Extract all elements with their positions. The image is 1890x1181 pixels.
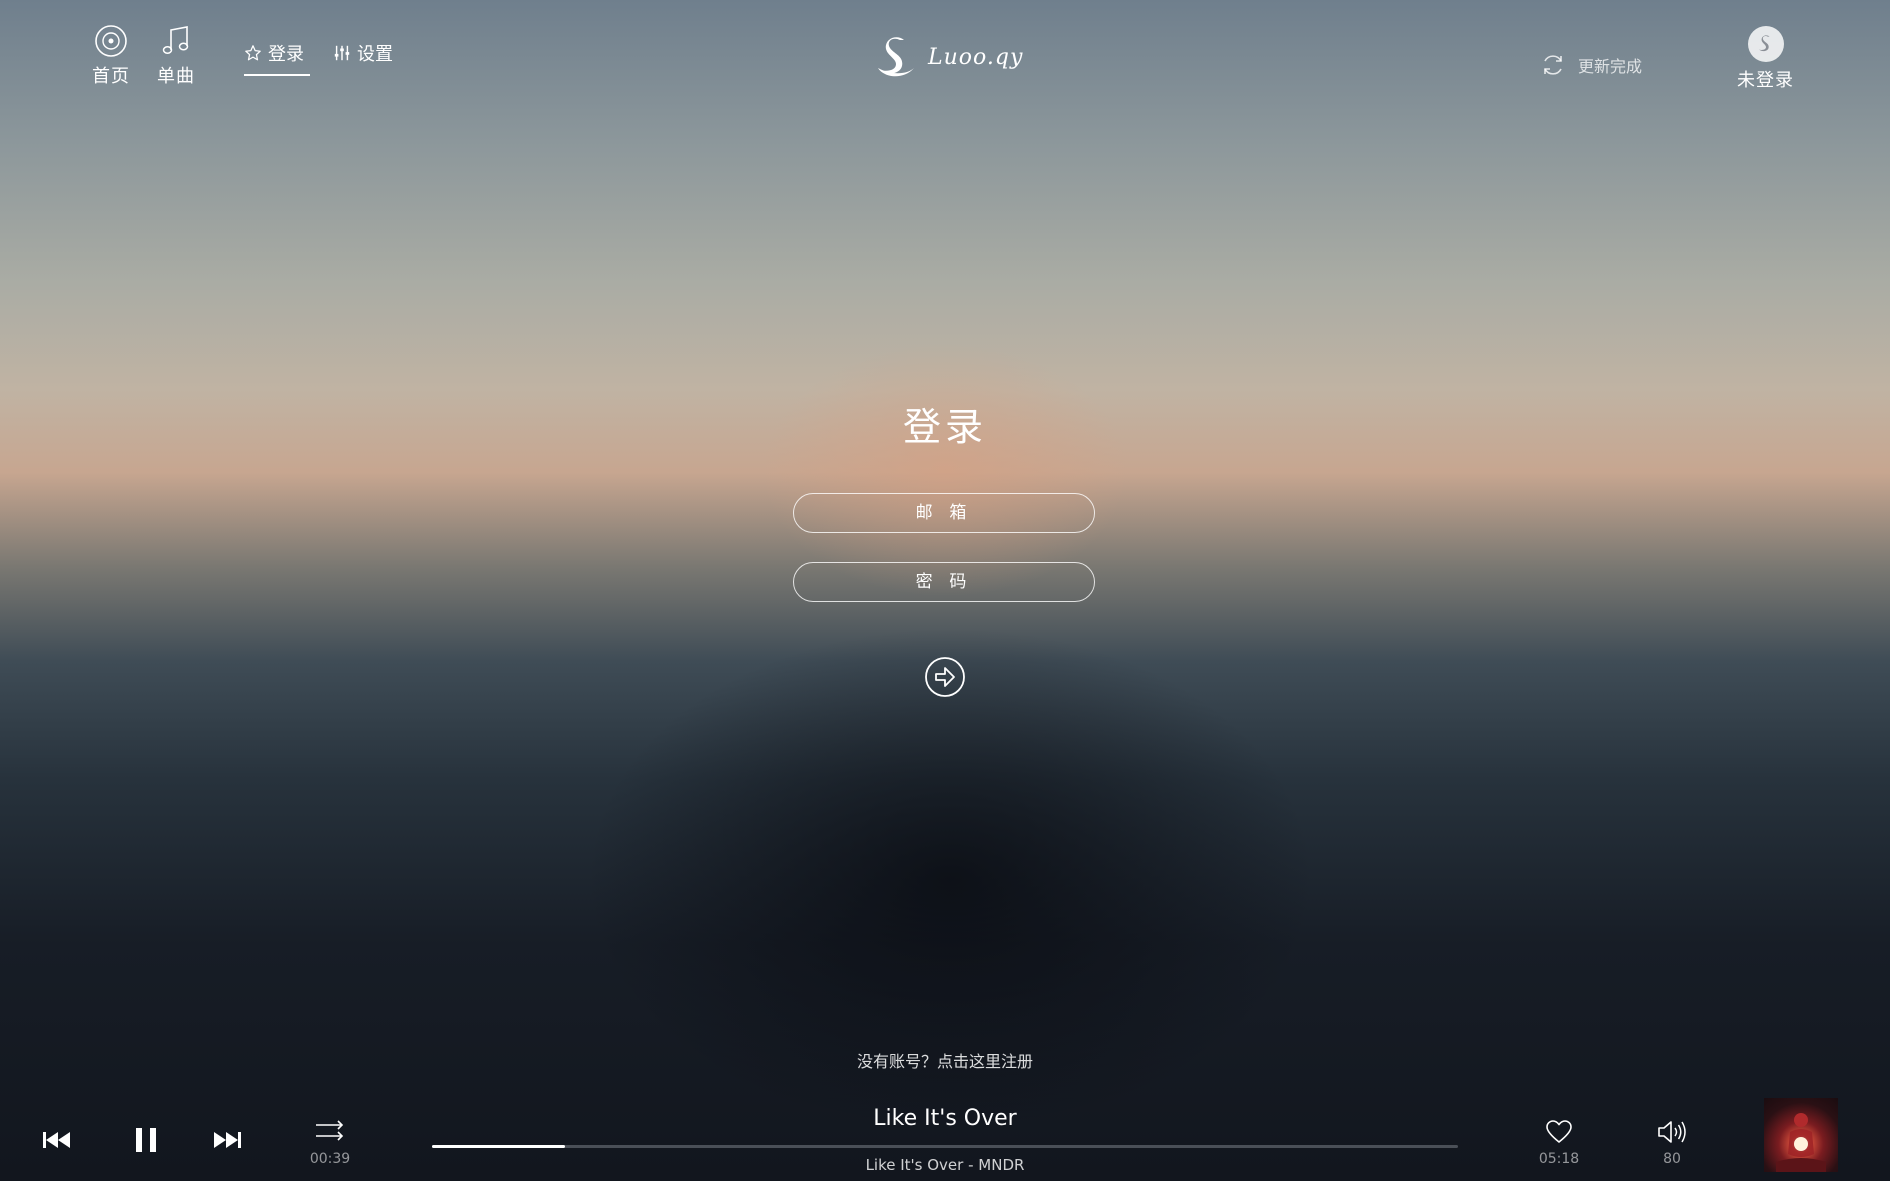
elapsed-time: 00:39 [309, 1151, 351, 1167]
pause-icon [136, 1128, 156, 1152]
volume-level: 80 [1663, 1151, 1681, 1167]
login-submit-button[interactable] [924, 656, 966, 698]
volume-icon [1658, 1121, 1686, 1143]
progress-fill [432, 1145, 566, 1148]
nav-home[interactable]: 首页 [92, 24, 130, 88]
progress-bar[interactable] [432, 1145, 1458, 1148]
skip-forward-icon [214, 1132, 241, 1148]
logo-text: Luoo.qy [928, 44, 1024, 70]
volume-button[interactable] [1656, 1118, 1688, 1146]
next-button[interactable] [210, 1126, 244, 1154]
pause-button[interactable] [130, 1124, 162, 1156]
like-button[interactable] [1544, 1118, 1574, 1146]
previous-button[interactable] [40, 1126, 74, 1154]
tab-settings-label: 设置 [357, 44, 393, 65]
sliders-icon [334, 45, 350, 61]
avatar [1747, 26, 1784, 62]
tab-login-label: 登录 [268, 44, 304, 65]
tab-settings[interactable]: 设置 [333, 40, 393, 66]
update-status-text: 更新完成 [1578, 57, 1643, 76]
app-logo: Luoo.qy [874, 34, 1023, 80]
shuffle-icon [316, 1120, 344, 1141]
password-field[interactable] [793, 562, 1095, 602]
track-subtitle: Like It's Over - MNDR [865, 1156, 1025, 1174]
avatar-icon [1758, 35, 1769, 52]
login-title: 登录 [902, 405, 987, 449]
disc-icon [95, 25, 127, 57]
album-cover[interactable] [1764, 1098, 1838, 1172]
nav-singles-label: 单曲 [157, 66, 195, 87]
user-menu[interactable]: 未登录 [1737, 26, 1794, 92]
heart-icon [1546, 1120, 1572, 1143]
nav-singles[interactable]: 单曲 [157, 24, 195, 88]
nav-home-label: 首页 [92, 66, 130, 87]
tab-login[interactable]: 登录 [244, 40, 310, 76]
refresh-icon [1544, 55, 1562, 75]
register-link[interactable]: 没有账号？点击这里注册 [795, 1048, 1095, 1072]
album-art-figure-icon [1776, 1113, 1826, 1172]
track-duration: 05:18 [1538, 1151, 1580, 1167]
update-status: 更新完成 [1540, 52, 1642, 78]
email-field[interactable] [793, 493, 1095, 533]
swan-icon [878, 37, 914, 77]
user-label: 未登录 [1737, 70, 1794, 91]
arrow-right-circle-icon [925, 657, 965, 697]
shuffle-button[interactable] [313, 1118, 347, 1144]
skip-back-icon [43, 1132, 70, 1148]
music-note-icon [162, 26, 189, 54]
track-title: Like It's Over [873, 1106, 1017, 1131]
star-icon [245, 45, 261, 61]
